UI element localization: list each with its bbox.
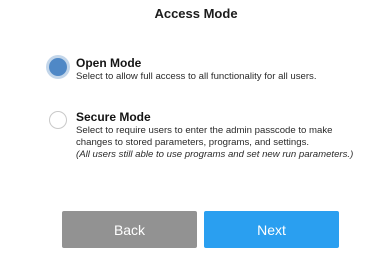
option-secure-mode-label: Secure Mode <box>76 110 151 124</box>
option-secure-mode-note: (All users still able to use programs an… <box>76 149 354 160</box>
next-button[interactable]: Next <box>204 211 339 248</box>
option-secure-mode-description-line1: Select to require users to enter the adm… <box>76 125 333 136</box>
back-button[interactable]: Back <box>62 211 197 248</box>
radio-open-mode[interactable] <box>49 58 67 76</box>
option-open-mode-description: Select to allow full access to all funct… <box>76 71 317 82</box>
option-secure-mode-text: Secure Mode Select to require users to e… <box>76 110 386 161</box>
option-secure-mode[interactable]: Secure Mode Select to require users to e… <box>0 110 392 170</box>
option-secure-mode-description-line2: changes to stored parameters, programs, … <box>76 137 310 148</box>
page-title: Access Mode <box>154 6 238 21</box>
access-mode-screen: Access Mode Open Mode Select to allow fu… <box>0 0 392 264</box>
option-open-mode[interactable]: Open Mode Select to allow full access to… <box>0 56 392 92</box>
radio-secure-mode[interactable] <box>49 111 67 129</box>
option-open-mode-text: Open Mode Select to allow full access to… <box>76 56 386 83</box>
option-open-mode-label: Open Mode <box>76 56 142 70</box>
